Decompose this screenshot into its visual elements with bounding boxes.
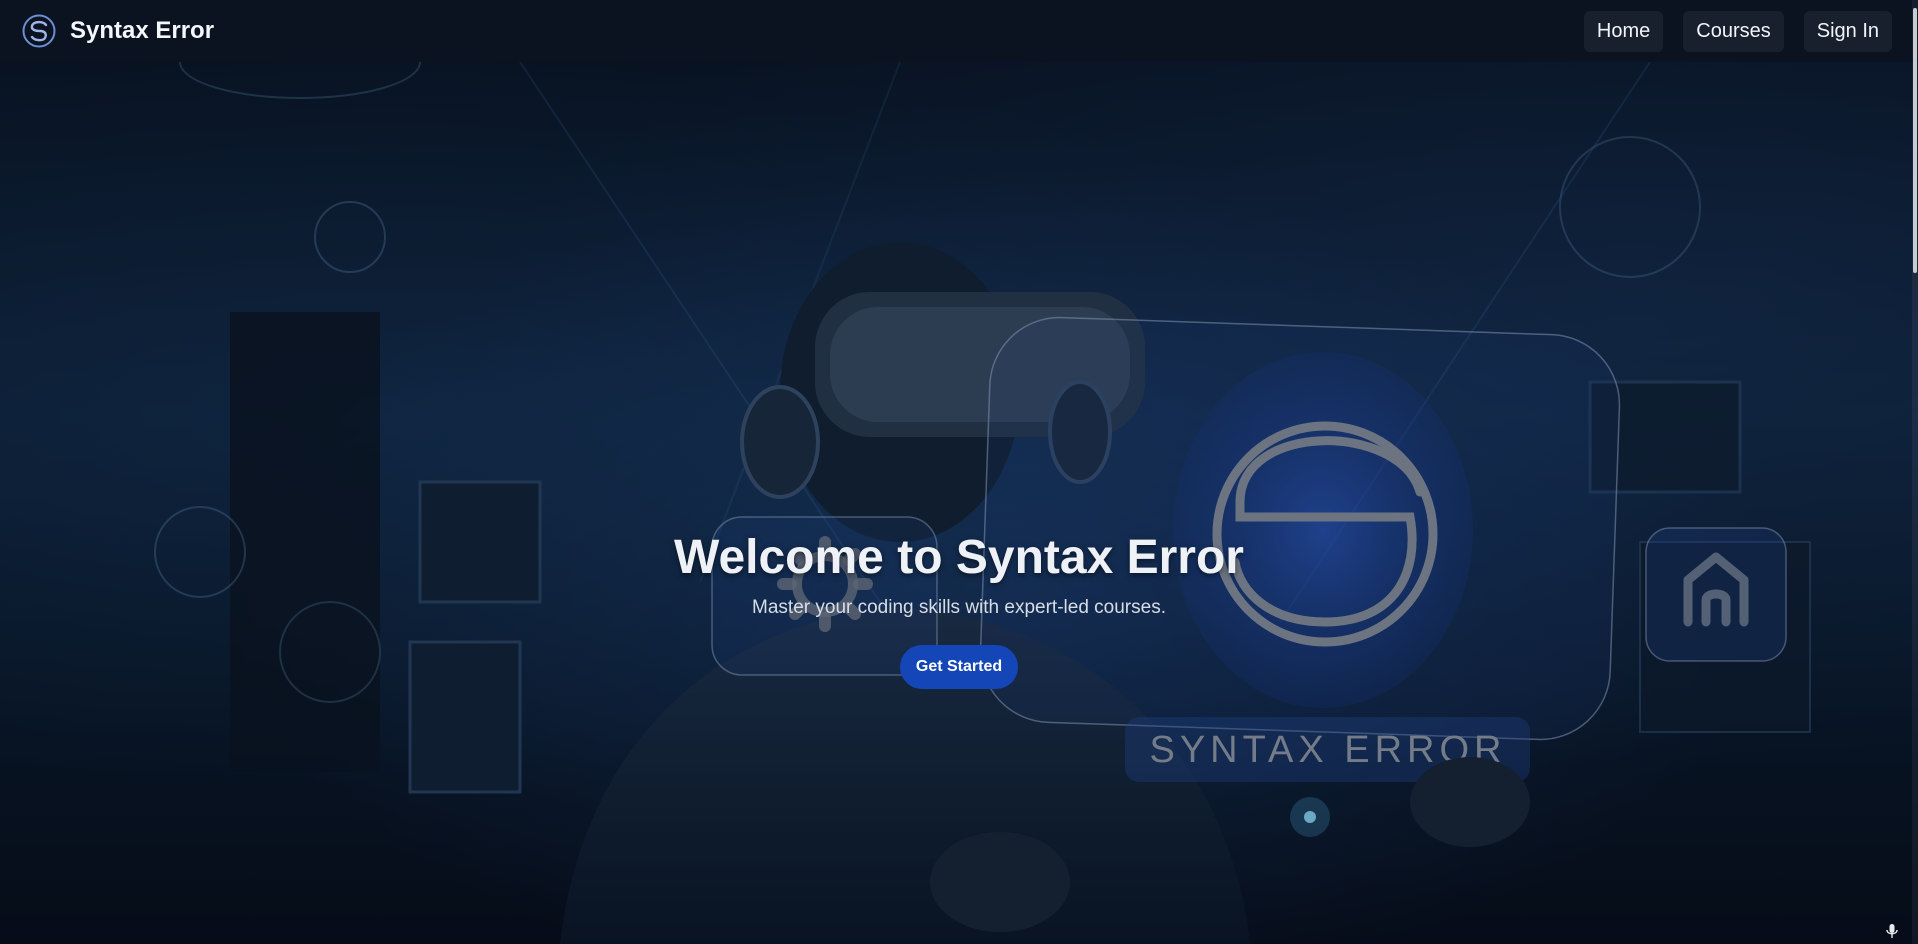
brand-name: Syntax Error	[70, 17, 215, 44]
hero-content: Welcome to Syntax Error Master your codi…	[0, 530, 1918, 689]
page-scrollbar[interactable]	[1912, 0, 1918, 944]
scrollbar-thumb[interactable]	[1913, 8, 1917, 273]
hero-title: Welcome to Syntax Error	[674, 531, 1244, 584]
syntax-error-logo-icon	[22, 14, 56, 48]
main-nav: Home Courses Sign In	[1583, 10, 1892, 52]
hero-subtitle: Master your coding skills with expert-le…	[752, 597, 1166, 618]
hero-section: SYNTAX ERROR Welcome to Syntax Error Mas…	[0, 62, 1918, 944]
nav-courses[interactable]: Courses	[1683, 10, 1784, 52]
nav-home[interactable]: Home	[1583, 10, 1664, 52]
get-started-button[interactable]: Get Started	[899, 645, 1019, 689]
hero-background-image: SYNTAX ERROR	[0, 62, 1918, 944]
top-navbar: Syntax Error Home Courses Sign In	[0, 0, 1918, 62]
nav-sign-in[interactable]: Sign In	[1803, 10, 1892, 52]
microphone-icon	[1886, 924, 1898, 938]
brand[interactable]: Syntax Error	[22, 14, 214, 48]
